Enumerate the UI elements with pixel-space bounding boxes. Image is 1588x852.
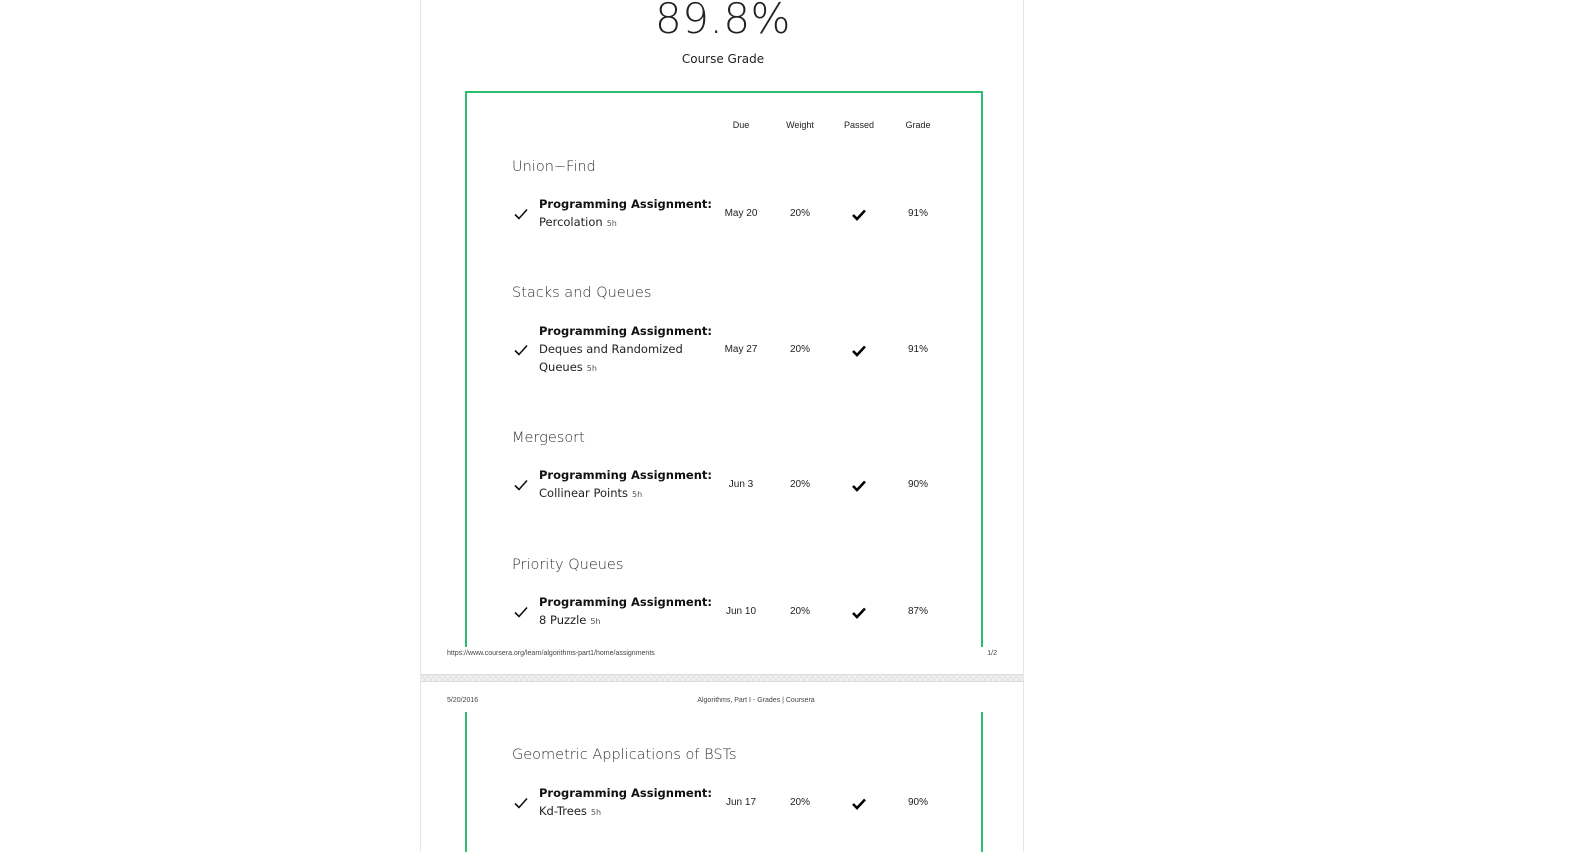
grade-value: 90% [907,479,928,490]
assignment-type: Programming Assignment: [539,324,713,338]
section-title: Stacks and Queues [512,285,652,301]
due-date: May 27 [724,344,758,355]
grades-table: Due Weight Passed Grade Union−Find Progr… [465,91,983,647]
passed-check-icon [852,607,866,619]
header-weight: Weight [786,120,814,130]
page-separator [420,674,1024,682]
weight-value: 20% [789,479,810,490]
assignment-name[interactable]: Kd-Trees 5h [539,802,709,822]
assignment-name[interactable]: Percolation 5h [539,213,709,233]
header-grade: Grade [905,120,931,130]
grades-table-continued: Geometric Applications of BSTs Programmi… [465,712,983,852]
check-icon [514,797,528,809]
assignment-name-text[interactable]: Percolation [539,215,603,229]
pdf-page-2: 5/20/2016 Algorithms, Part I - Grades | … [420,682,1024,852]
assignment-type: Programming Assignment: [539,468,713,482]
assignment-type: Programming Assignment: [539,197,713,211]
assignment-name[interactable]: Deques and Randomized Queues 5h [539,340,689,378]
assignment-time: 5h [632,490,643,499]
header-due: Due [732,120,750,130]
assignment-name-text[interactable]: Kd-Trees [539,804,587,818]
assignment-row[interactable]: Programming Assignment: Percolation 5h Ma… [467,197,981,257]
assignment-time: 5h [586,364,597,373]
due-date: Jun 17 [725,797,757,808]
assignment-name-text[interactable]: Collinear Points [539,486,628,500]
section-title: Union−Find [512,159,596,175]
section-title: Mergesort [512,430,585,446]
section-title: Priority Queues [512,557,624,573]
assignment-row[interactable]: Programming Assignment: Kd-Trees 5h Jun 1… [467,786,981,846]
weight-value: 20% [789,606,810,617]
assignment-row[interactable]: Programming Assignment: Collinear Points… [467,468,981,528]
assignment-row[interactable]: Programming Assignment: 8 Puzzle 5h Jun 1… [467,595,981,655]
passed-check-icon [852,798,866,810]
check-icon [514,344,528,356]
due-date: Jun 3 [728,479,754,490]
weight-value: 20% [789,797,810,808]
assignment-name-text[interactable]: Deques and Randomized Queues [539,342,683,374]
assignment-time: 5h [606,219,617,228]
page-footer-url: https://www.coursera.org/learn/algorithm… [447,650,655,657]
pdf-page-1: 89.8% Course Grade Due Weight Passed Gra… [420,0,1024,674]
check-icon [514,606,528,618]
assignment-row[interactable]: Programming Assignment: Deques and Rando… [467,324,981,384]
header-passed: Passed [843,120,875,130]
pdf-viewer: 89.8% Course Grade Due Weight Passed Gra… [0,0,1588,852]
passed-check-icon [852,345,866,357]
grade-value: 91% [907,208,928,219]
weight-value: 20% [789,208,810,219]
check-icon [514,479,528,491]
assignment-name-text[interactable]: 8 Puzzle [539,613,586,627]
assignment-type: Programming Assignment: [539,595,713,609]
course-grade-label: Course Grade [681,52,765,66]
grade-value: 91% [907,344,928,355]
grade-value: 90% [907,797,928,808]
page-footer-number: 1/2 [987,650,997,657]
assignment-time: 5h [590,808,602,817]
weight-value: 20% [789,344,810,355]
check-icon [514,208,528,220]
course-grade-value: 89.8% [655,0,791,43]
assignment-type: Programming Assignment: [539,786,713,800]
section-title: Geometric Applications of BSTs [512,747,737,763]
grade-value: 87% [907,606,928,617]
due-date: Jun 10 [725,606,757,617]
assignment-time: 5h [590,617,601,626]
passed-check-icon [852,480,866,492]
due-date: May 20 [724,208,758,219]
assignment-name[interactable]: Collinear Points 5h [539,484,709,504]
passed-check-icon [852,209,866,221]
page-header-title: Algorithms, Part I - Grades | Coursera [697,697,815,704]
assignment-name[interactable]: 8 Puzzle 5h [539,611,709,631]
